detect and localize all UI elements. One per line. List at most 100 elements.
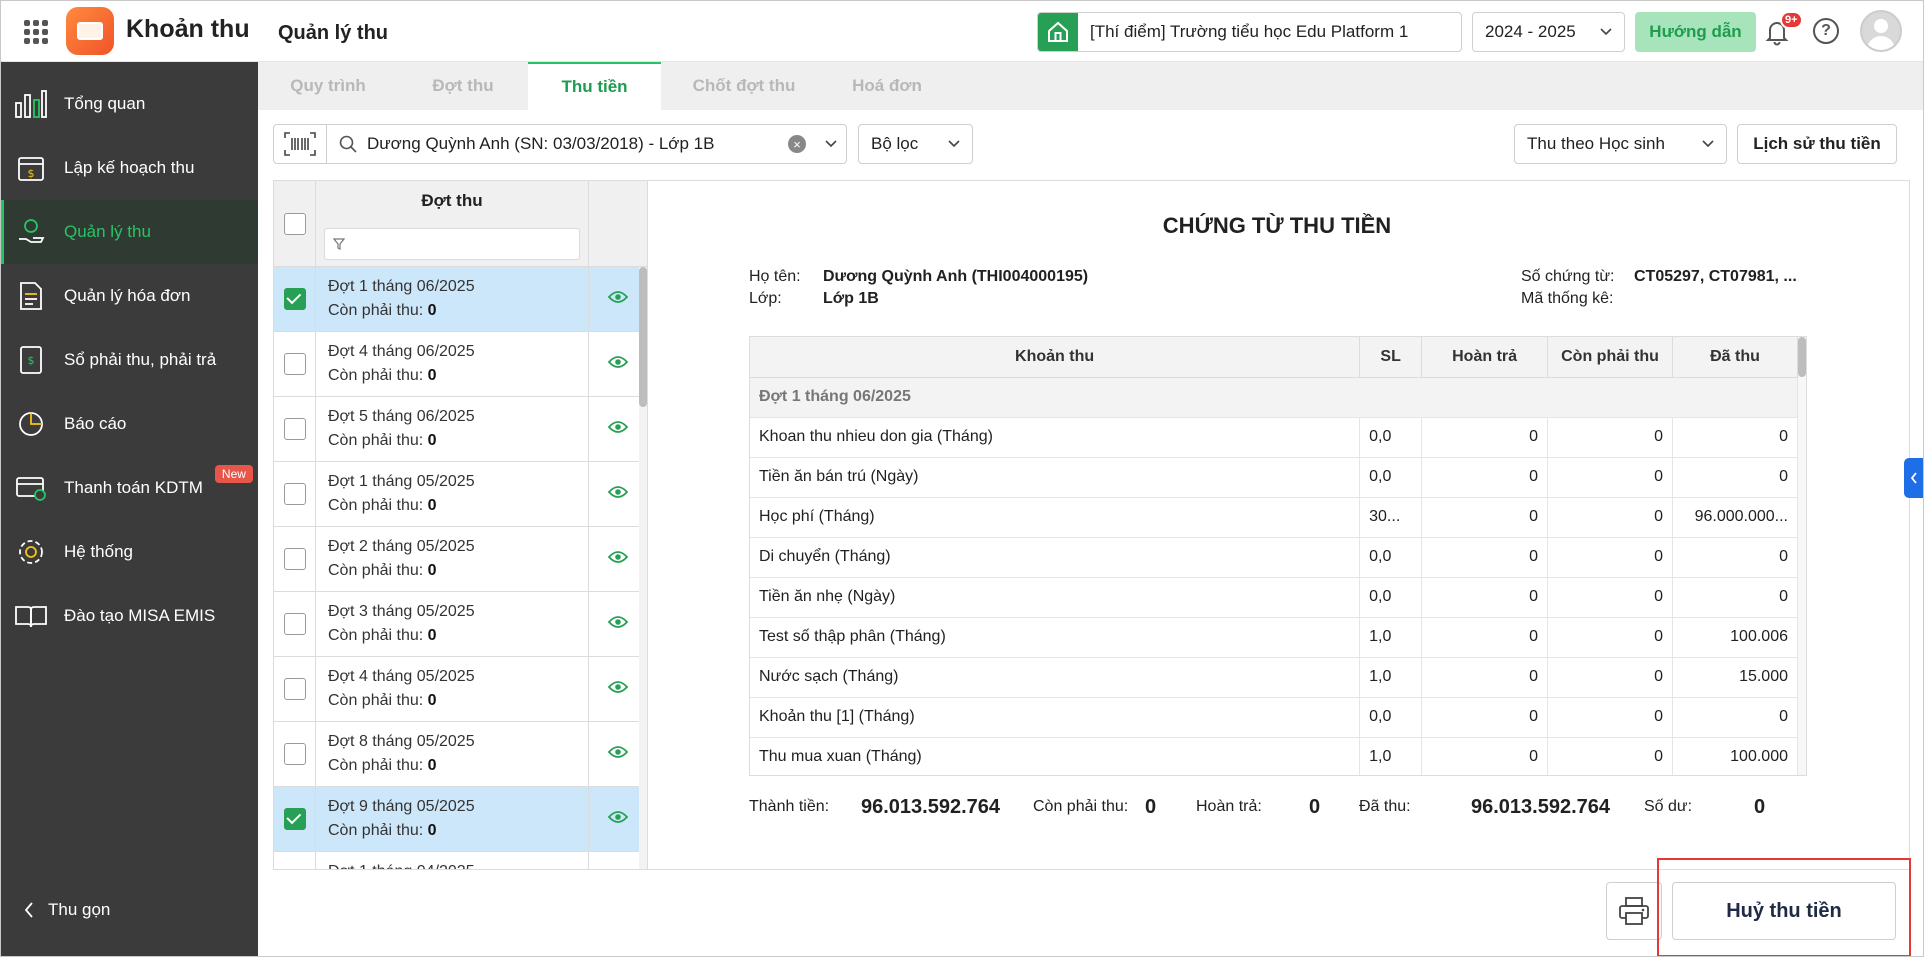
eye-icon[interactable] [607,550,629,569]
period-row[interactable]: Đợt 5 tháng 06/2025 Còn phải thu: 0 [274,397,647,462]
tab-collect[interactable]: Thu tiền [528,62,661,110]
eye-icon[interactable] [607,290,629,309]
eye-icon[interactable] [607,355,629,374]
period-row[interactable]: Đợt 1 tháng 04/2025Còn phải thu: 0 [274,852,647,869]
barcode-scan-button[interactable] [273,124,327,164]
chevron-down-icon[interactable] [816,140,846,148]
sidebar-item-training[interactable]: Đào tạo MISA EMIS [0,584,258,648]
tab-close-period[interactable]: Chốt đợt thu [661,62,827,110]
period-remaining: Còn phải thu: 0 [328,494,475,518]
apps-grid-icon[interactable] [24,20,48,44]
item-name: Di chuyển (Tháng) [750,537,1361,578]
period-row[interactable]: Đợt 1 tháng 05/2025 Còn phải thu: 0 [274,462,647,527]
svg-text:$: $ [28,354,35,367]
remaining-label: Còn phải thu: [328,822,424,839]
item-name: Học phí (Tháng) [750,497,1361,538]
collection-history-button[interactable]: Lịch sử thu tiền [1737,124,1897,164]
totals-amount: Thành tiền: [749,798,829,816]
totals-balance-value-wrap: 0 [1754,796,1765,819]
side-panel-toggle[interactable] [1904,458,1924,498]
sidebar-item-label: Thanh toán KDTM [64,478,203,497]
period-checkbox[interactable] [283,613,306,635]
tab-invoices[interactable]: Hoá đơn [827,62,947,110]
barcode-icon [284,132,316,156]
help-icon[interactable]: ? [1813,18,1839,44]
item-remaining: 0 [1547,737,1673,775]
collect-mode-select[interactable]: Thu theo Học sinh [1514,124,1727,164]
print-button[interactable] [1606,882,1662,940]
period-row[interactable]: Đợt 1 tháng 06/2025 Còn phải thu: 0 [274,267,647,332]
remaining-value: 0 [427,822,437,839]
period-row[interactable]: Đợt 8 tháng 05/2025 Còn phải thu: 0 [274,722,647,787]
eye-icon[interactable] [607,420,629,439]
period-text: Đợt 8 tháng 05/2025 Còn phải thu: 0 [328,730,475,778]
sidebar-item-plan[interactable]: $ Lập kế hoạch thu [0,136,258,200]
period-row[interactable]: Đợt 9 tháng 05/2025 Còn phải thu: 0 [274,787,647,852]
svg-text:$: $ [28,167,35,180]
remaining-value: 0 [427,432,437,449]
period-checkbox[interactable] [283,353,306,375]
period-checkbox[interactable] [283,548,306,570]
remaining-label: Còn phải thu: [328,302,424,319]
remaining-value: 0 [427,692,437,709]
period-name: Đợt 4 tháng 06/2025 [328,343,475,360]
period-remaining: Còn phải thu: 0 [328,299,475,323]
guide-button[interactable]: Hướng dẫn [1635,12,1756,52]
sidebar-item-system[interactable]: Hệ thống [0,520,258,584]
period-name: Đợt 3 tháng 05/2025 [328,603,475,620]
student-search-value: Dương Quỳnh Anh (SN: 03/03/2018) - Lớp 1… [367,134,715,153]
remaining-label: Còn phải thu: [328,432,424,449]
period-name: Đợt 1 tháng 06/2025 [328,278,475,295]
period-row[interactable]: Đợt 4 tháng 05/2025 Còn phải thu: 0 [274,657,647,722]
period-checkbox[interactable] [283,808,306,830]
item-remaining: 0 [1547,697,1673,738]
totals-paid: Đã thu: [1359,798,1411,816]
period-checkbox[interactable] [283,288,306,310]
period-row[interactable]: Đợt 4 tháng 06/2025 Còn phải thu: 0 [274,332,647,397]
student-search-input[interactable]: Dương Quỳnh Anh (SN: 03/03/2018) - Lớp 1… [327,124,847,164]
column-header: SL [1359,337,1423,378]
sidebar-item-ledger[interactable]: $ Sổ phải thu, phải trả [0,328,258,392]
item-qty: 1,0 [1359,617,1423,658]
item-refund: 0 [1421,657,1549,698]
sidebar-item-invoices[interactable]: Quản lý hóa đơn [0,264,258,328]
tab-process[interactable]: Quy trình [258,62,398,110]
period-row[interactable]: Đợt 3 tháng 05/2025 Còn phải thu: 0 [274,592,647,657]
table-scrollbar[interactable] [1798,337,1806,775]
clear-icon[interactable]: × [788,135,806,153]
item-refund: 0 [1421,457,1549,498]
item-name: Khoan thu nhieu don gia (Tháng) [750,417,1361,458]
collapse-sidebar-button[interactable]: Thu gọn [24,900,110,920]
sidebar-item-overview[interactable]: Tổng quan [0,72,258,136]
filter-dropdown[interactable]: Bộ lọc [858,124,973,164]
totals-remaining: Còn phải thu: [1033,798,1128,816]
item-paid: 0 [1672,537,1799,578]
period-name: Đợt 2 tháng 05/2025 [328,538,475,555]
tab-periods[interactable]: Đợt thu [398,62,528,110]
period-row[interactable]: Đợt 2 tháng 05/2025 Còn phải thu: 0 [274,527,647,592]
period-name: Đợt 1 tháng 04/2025 [328,860,475,869]
column-header: Đã thu [1672,337,1799,378]
sidebar-item-label: Báo cáo [64,414,127,433]
table-row: Thu mua xuan (Tháng) 1,0 0 0 100.000 [750,737,1799,775]
avatar[interactable] [1860,10,1902,52]
eye-icon[interactable] [607,680,629,699]
eye-icon[interactable] [607,810,629,829]
school-year-select[interactable]: 2024 - 2025 [1472,12,1625,52]
school-selector[interactable]: [Thí điểm] Trường tiểu học Edu Platform … [1037,12,1462,52]
search-icon [339,135,357,153]
item-paid: 0 [1672,577,1799,618]
eye-icon[interactable] [607,615,629,634]
sidebar-item-reports[interactable]: Báo cáo [0,392,258,456]
amount-value: 96.013.592.764 [861,796,1001,818]
item-qty: 0,0 [1359,417,1423,458]
eye-icon[interactable] [607,485,629,504]
period-checkbox[interactable] [283,483,306,505]
sidebar-item-cashless-payment[interactable]: Thanh toán KDTM New [0,456,258,520]
period-list-scrollbar[interactable] [639,267,647,869]
period-checkbox[interactable] [283,678,306,700]
period-checkbox[interactable] [283,743,306,765]
period-checkbox[interactable] [283,418,306,440]
remaining-label: Còn phải thu: [328,692,424,709]
eye-icon[interactable] [607,745,629,764]
